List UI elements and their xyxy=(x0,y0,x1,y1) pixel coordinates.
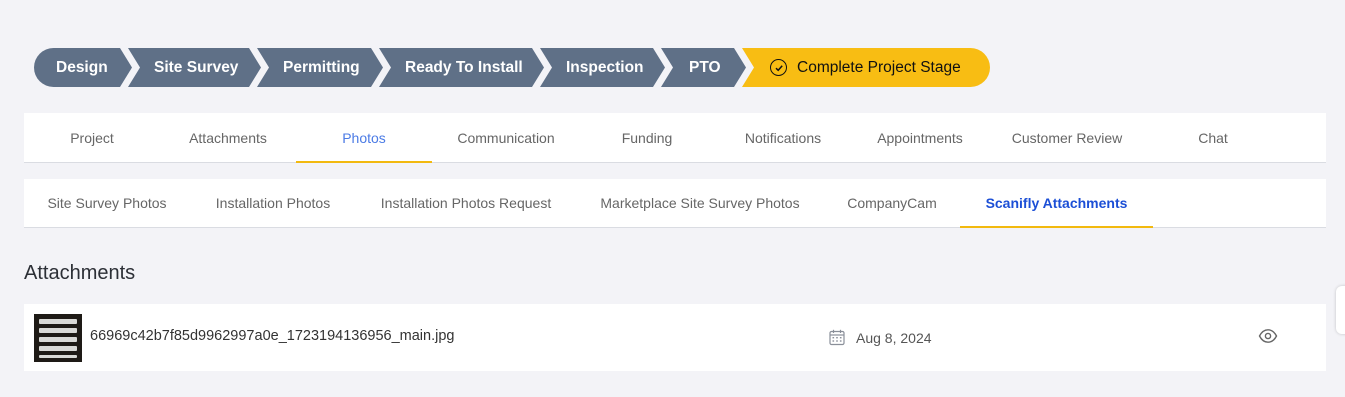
photos-subtab-bar: Site Survey Photos Installation Photos I… xyxy=(24,179,1326,228)
stage-pto[interactable]: PTO xyxy=(661,48,746,87)
attachment-thumbnail[interactable] xyxy=(34,314,82,362)
stage-inspection[interactable]: Inspection xyxy=(540,48,665,87)
complete-stage-label: Complete Project Stage xyxy=(797,58,961,76)
tab-funding[interactable]: Funding xyxy=(610,113,684,162)
tab-photos[interactable]: Photos xyxy=(296,113,432,163)
subtab-installation-photos[interactable]: Installation Photos xyxy=(210,179,336,227)
subtab-scanifly-attachments[interactable]: Scanifly Attachments xyxy=(960,179,1153,228)
attachments-heading: Attachments xyxy=(24,262,136,284)
eye-icon[interactable] xyxy=(1258,328,1278,344)
main-tab-bar: Project Attachments Photos Communication… xyxy=(24,113,1326,163)
check-circle-icon xyxy=(770,59,787,76)
tab-chat[interactable]: Chat xyxy=(1188,113,1238,162)
tab-notifications[interactable]: Notifications xyxy=(736,113,830,162)
tab-project[interactable]: Project xyxy=(57,113,127,162)
calendar-icon xyxy=(829,329,845,346)
tab-communication[interactable]: Communication xyxy=(450,113,562,162)
tab-customer-review[interactable]: Customer Review xyxy=(1006,113,1128,162)
side-panel-handle[interactable] xyxy=(1336,286,1345,334)
subtab-marketplace-site-survey-photos[interactable]: Marketplace Site Survey Photos xyxy=(596,179,804,227)
stage-permitting[interactable]: Permitting xyxy=(257,48,383,87)
subtab-companycam[interactable]: CompanyCam xyxy=(844,179,940,227)
tab-attachments[interactable]: Attachments xyxy=(178,113,278,162)
stage-pipeline: Design Site Survey Permitting Ready To I… xyxy=(34,48,994,87)
stage-site-survey[interactable]: Site Survey xyxy=(128,48,261,87)
attachment-row[interactable]: 66969c42b7f85d9962997a0e_1723194136956_m… xyxy=(24,304,1326,371)
attachment-filename[interactable]: 66969c42b7f85d9962997a0e_1723194136956_m… xyxy=(90,328,454,344)
attachment-date: Aug 8, 2024 xyxy=(856,330,932,346)
subtab-installation-photos-request[interactable]: Installation Photos Request xyxy=(376,179,556,227)
stage-ready-to-install[interactable]: Ready To Install xyxy=(379,48,544,87)
stage-design[interactable]: Design xyxy=(34,48,132,87)
complete-project-stage-button[interactable]: Complete Project Stage xyxy=(742,48,990,87)
subtab-site-survey-photos[interactable]: Site Survey Photos xyxy=(44,179,170,227)
tab-appointments[interactable]: Appointments xyxy=(868,113,972,162)
